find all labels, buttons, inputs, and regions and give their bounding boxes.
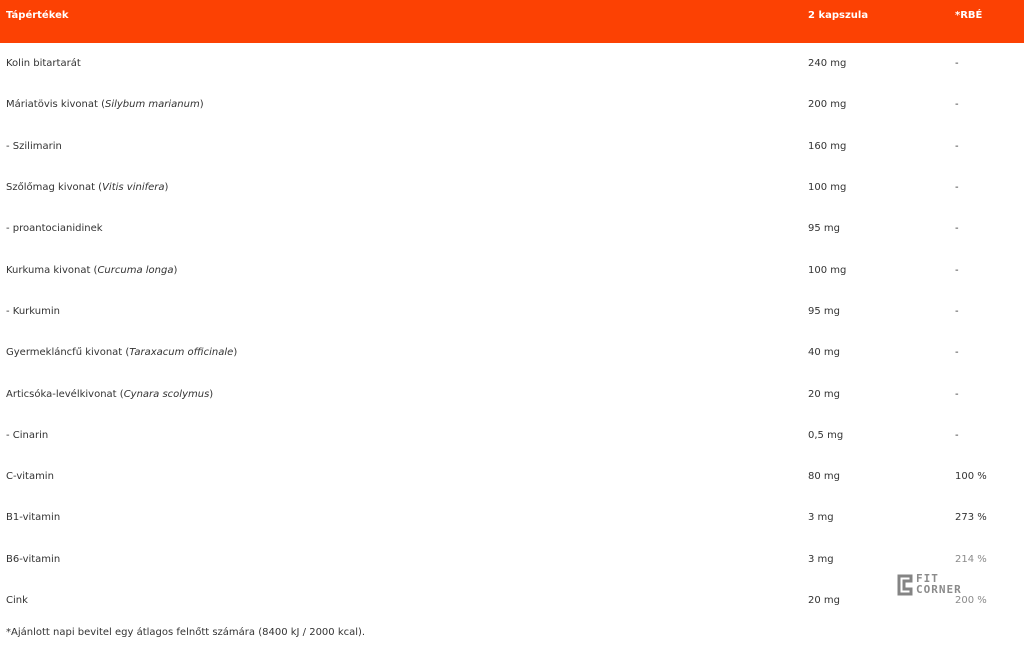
table-row: B6-vitamin 3 mg 214 % [0, 539, 1024, 580]
ingredient-rbe: - [955, 388, 959, 400]
ingredient-name: Kurkuma kivonat (Curcuma longa) [6, 264, 178, 276]
ingredient-amount: 95 mg [808, 223, 840, 235]
nutrition-table: Tápértékek 2 kapszula *RBÉ Kolin bitarta… [0, 0, 1024, 621]
watermark-text: FIT CORNER [916, 572, 962, 596]
latin-name: Silybum marianum [104, 99, 200, 111]
latin-name: Vitis vinifera [102, 182, 165, 194]
ingredient-rbe: - [955, 429, 959, 441]
table-row: Szőlőmag kivonat (Vitis vinifera) 100 mg… [0, 167, 1024, 208]
ingredient-rbe: 273 % [955, 512, 987, 524]
ingredient-rbe: - [955, 347, 959, 359]
ingredient-name: - Kurkumin [6, 305, 60, 317]
ingredient-name: B1-vitamin [6, 512, 61, 524]
nutrition-table-body: Kolin bitartarát 240 mg - Máriatövis kiv… [0, 43, 1024, 621]
ingredient-rbe: 100 % [955, 471, 987, 483]
ingredient-name: B6-vitamin [6, 553, 61, 565]
table-row: B1-vitamin 3 mg 273 % [0, 497, 1024, 538]
ingredient-name: Articsóka-levélkivonat (Cynara scolymus) [6, 388, 214, 400]
ingredient-rbe: - [955, 140, 959, 152]
ingredient-rbe: - [955, 99, 959, 111]
nutrition-table-header: Tápértékek 2 kapszula *RBÉ [0, 0, 1024, 43]
ingredient-amount: 100 mg [808, 264, 847, 276]
fitcorner-watermark: FIT CORNER [896, 573, 988, 599]
ingredient-name: - Szilimarin [6, 140, 62, 152]
ingredient-name: C-vitamin [6, 471, 54, 483]
ingredient-rbe: - [955, 305, 959, 317]
table-row: Cink 20 mg 200 % [0, 580, 1024, 621]
ingredient-amount: 100 mg [808, 182, 847, 194]
latin-name: Curcuma longa [97, 264, 174, 276]
ingredient-amount: 20 mg [808, 388, 840, 400]
footnote: *Ajánlott napi bevitel egy átlagos felnő… [6, 627, 366, 638]
ingredient-name: Máriatövis kivonat (Silybum marianum) [6, 99, 204, 111]
nutrition-page: Tápértékek 2 kapszula *RBÉ Kolin bitarta… [0, 0, 1024, 650]
table-row: Máriatövis kivonat (Silybum marianum) 20… [0, 84, 1024, 125]
header-rbe: *RBÉ [955, 10, 983, 21]
ingredient-amount: 40 mg [808, 347, 840, 359]
ingredient-rbe: - [955, 223, 959, 235]
ingredient-name: Cink [6, 595, 28, 606]
ingredient-name: - Cinarin [6, 429, 49, 441]
latin-name: Taraxacum officinale [129, 347, 234, 359]
ingredient-amount: 160 mg [808, 140, 847, 152]
table-row: Gyermekláncfű kivonat (Taraxacum officin… [0, 332, 1024, 373]
ingredient-rbe: - [955, 182, 959, 194]
ingredient-amount: 3 mg [808, 512, 834, 524]
table-row: Articsóka-levélkivonat (Cynara scolymus)… [0, 373, 1024, 414]
latin-name: Cynara scolymus [123, 388, 210, 400]
table-row: Kolin bitartarát 240 mg - [0, 43, 1024, 84]
ingredient-name: Gyermekláncfű kivonat (Taraxacum officin… [6, 347, 238, 359]
table-row: - Kurkumin 95 mg - [0, 291, 1024, 332]
header-nutrients: Tápértékek [6, 10, 69, 21]
ingredient-rbe: - [955, 264, 959, 276]
table-row: - Cinarin 0,5 mg - [0, 415, 1024, 456]
ingredient-name: Kolin bitartarát [6, 58, 81, 70]
table-row: - proantocianidinek 95 mg - [0, 208, 1024, 249]
ingredient-amount: 0,5 mg [808, 429, 844, 441]
table-row: C-vitamin 80 mg 100 % [0, 456, 1024, 497]
header-serving: 2 kapszula [808, 10, 869, 21]
table-row: Kurkuma kivonat (Curcuma longa) 100 mg - [0, 249, 1024, 290]
header-row: Tápértékek 2 kapszula *RBÉ [0, 0, 1024, 43]
table-row: - Szilimarin 160 mg - [0, 126, 1024, 167]
ingredient-rbe: - [955, 58, 959, 70]
ingredient-name: Szőlőmag kivonat (Vitis vinifera) [6, 182, 169, 194]
ingredient-amount: 200 mg [808, 99, 847, 111]
fitcorner-logo-icon [897, 574, 913, 596]
ingredient-amount: 80 mg [808, 471, 840, 483]
ingredient-name: - proantocianidinek [6, 223, 103, 235]
ingredient-amount: 240 mg [808, 58, 847, 70]
ingredient-amount: 95 mg [808, 305, 840, 317]
